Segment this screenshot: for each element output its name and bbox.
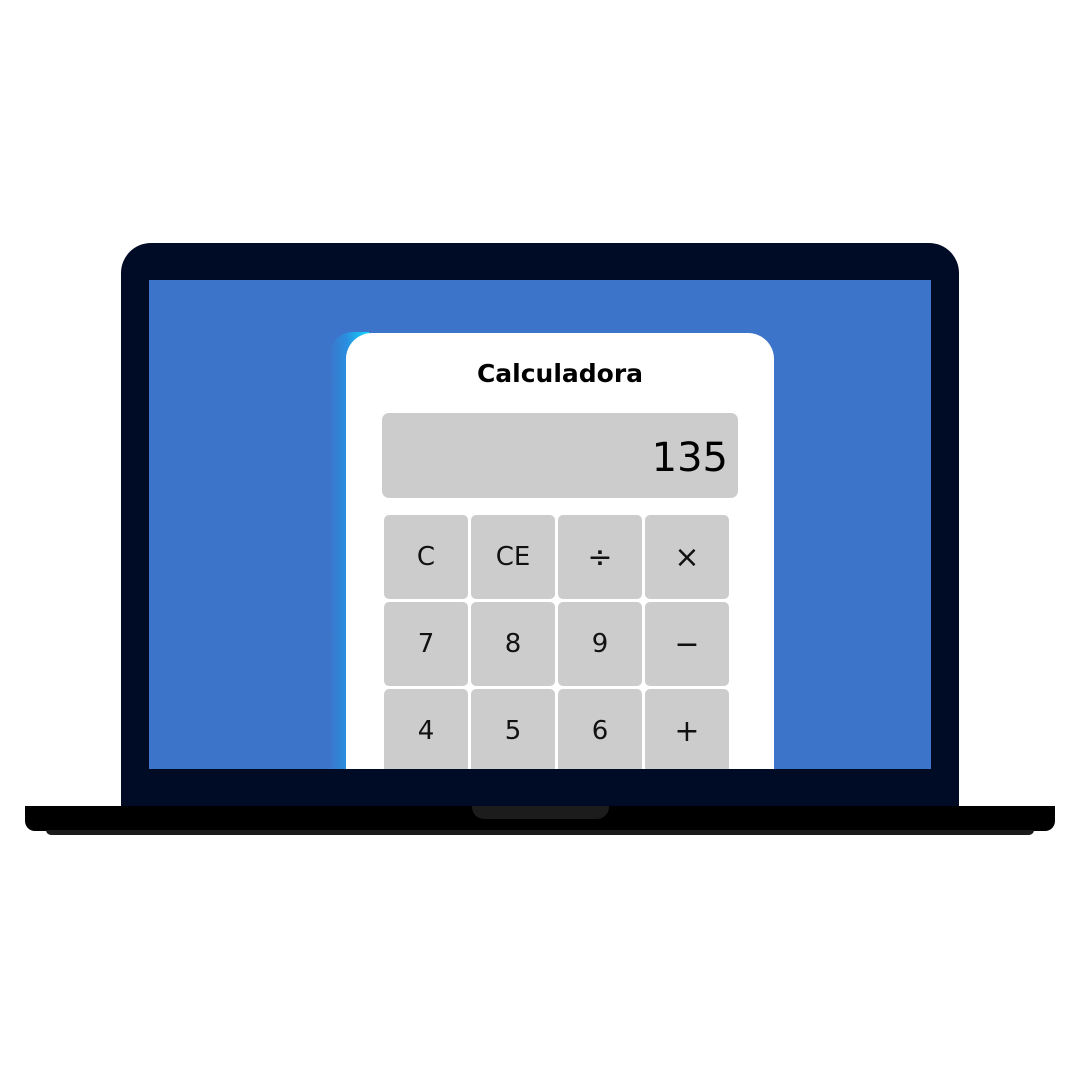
digit-6-button[interactable]: 6 — [558, 689, 642, 769]
divide-button[interactable]: ÷ — [558, 515, 642, 599]
clear-button[interactable]: C — [384, 515, 468, 599]
calculator-title: Calculadora — [476, 359, 644, 388]
calculator-card: Calculadora 135 C CE ÷ × 7 8 9− 4 5 6 + — [346, 333, 774, 769]
digit-8-button[interactable]: 8 — [471, 602, 555, 686]
laptop-notch — [472, 806, 609, 819]
digit-5-button[interactable]: 5 — [471, 689, 555, 769]
laptop-screen: Calculadora 135 C CE ÷ × 7 8 9− 4 5 6 + — [149, 280, 931, 769]
multiply-button[interactable]: × — [645, 515, 729, 599]
subtract-button[interactable]: − — [645, 602, 729, 686]
display-value: 135 — [651, 435, 728, 481]
digit-4-button[interactable]: 4 — [384, 689, 468, 769]
laptop-base-lip — [46, 830, 1034, 835]
digit-9-button[interactable]: 9 — [558, 602, 642, 686]
clear-entry-button[interactable]: CE — [471, 515, 555, 599]
digit-7-button[interactable]: 7 — [384, 602, 468, 686]
add-button[interactable]: + — [645, 689, 729, 769]
calculator-display: 135 — [382, 413, 738, 498]
